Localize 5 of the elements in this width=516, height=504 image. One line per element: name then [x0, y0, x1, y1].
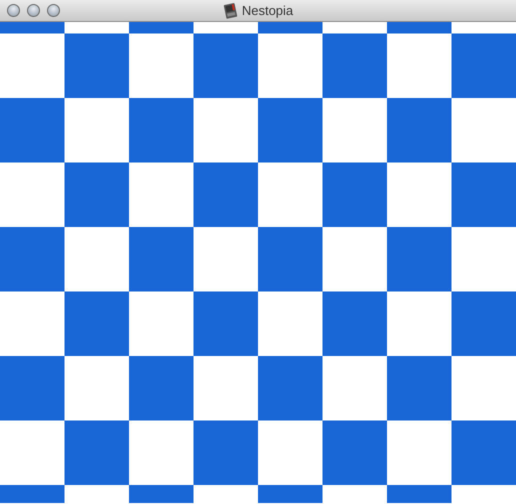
minimize-button[interactable]	[27, 4, 40, 17]
window-title: Nestopia	[242, 2, 294, 20]
close-button[interactable]	[7, 4, 20, 17]
app-icon	[222, 2, 238, 18]
zoom-button[interactable]	[47, 4, 60, 17]
